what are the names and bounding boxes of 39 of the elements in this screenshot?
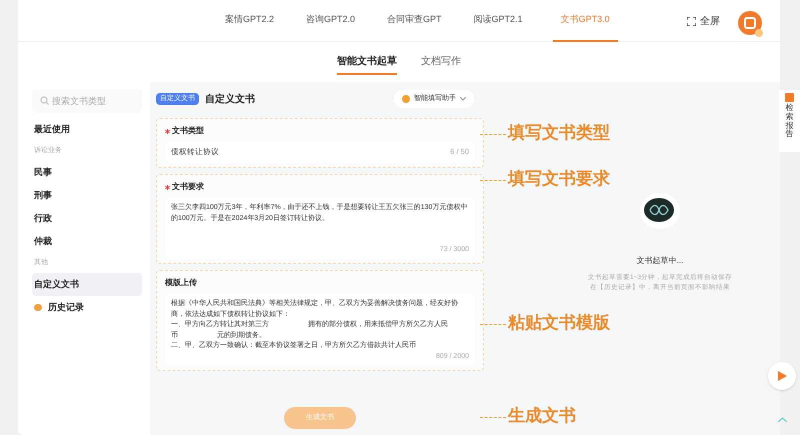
leader-line xyxy=(480,324,506,325)
play-button[interactable] xyxy=(768,362,796,390)
field-label: 文书类型 xyxy=(172,125,204,137)
sidebar-item[interactable]: 行政 xyxy=(32,207,142,230)
status-title: 文书起草中... xyxy=(636,255,684,267)
document-icon xyxy=(785,93,794,102)
play-icon xyxy=(778,371,786,381)
field-label: 模版上传 xyxy=(165,277,197,289)
form-title: 自定义文书 xyxy=(205,92,255,106)
top-tab[interactable]: 阅读GPT2.1 xyxy=(472,0,525,42)
callout-label: 填写文书类型 xyxy=(508,122,610,144)
leader-line xyxy=(480,417,506,418)
search-report-tab[interactable]: 检索报告 xyxy=(779,90,800,152)
callout-label: 生成文书 xyxy=(508,405,576,427)
history-icon xyxy=(34,304,42,311)
assistant-icon xyxy=(402,95,410,103)
sidebar-item[interactable]: 最近使用 xyxy=(32,118,142,141)
callout-label: 粘贴文书模版 xyxy=(508,312,610,334)
sidebar-item[interactable]: 刑事 xyxy=(32,184,142,207)
search-field[interactable]: 搜索文书类型 xyxy=(32,89,142,113)
user-avatar-icon[interactable] xyxy=(737,10,765,38)
expand-icon xyxy=(687,17,696,26)
sub-tab[interactable]: 文档写作 xyxy=(421,49,461,75)
top-tab[interactable]: 案情GPT2.2 xyxy=(223,0,276,42)
sub-tab[interactable]: 智能文书起草 xyxy=(337,49,397,75)
leader-line xyxy=(480,180,506,181)
chevron-up-icon[interactable] xyxy=(778,417,787,422)
sidebar-item[interactable]: 自定义文书 xyxy=(32,273,142,296)
history-link[interactable]: 历史记录 xyxy=(32,296,142,319)
leader-line xyxy=(480,134,506,135)
callout-label: 填写文书要求 xyxy=(508,168,610,190)
top-tab[interactable]: 合同审查GPT xyxy=(385,0,444,42)
top-tab[interactable]: 咨询GPT2.0 xyxy=(304,0,358,42)
search-icon xyxy=(40,96,49,105)
sidebar-item[interactable]: 民事 xyxy=(32,161,142,184)
field-label: 文书要求 xyxy=(172,181,204,193)
sidebar-item[interactable]: 仲裁 xyxy=(32,230,142,253)
chevron-down-icon xyxy=(460,97,466,101)
fullscreen-button[interactable]: 全屏 xyxy=(687,14,720,29)
